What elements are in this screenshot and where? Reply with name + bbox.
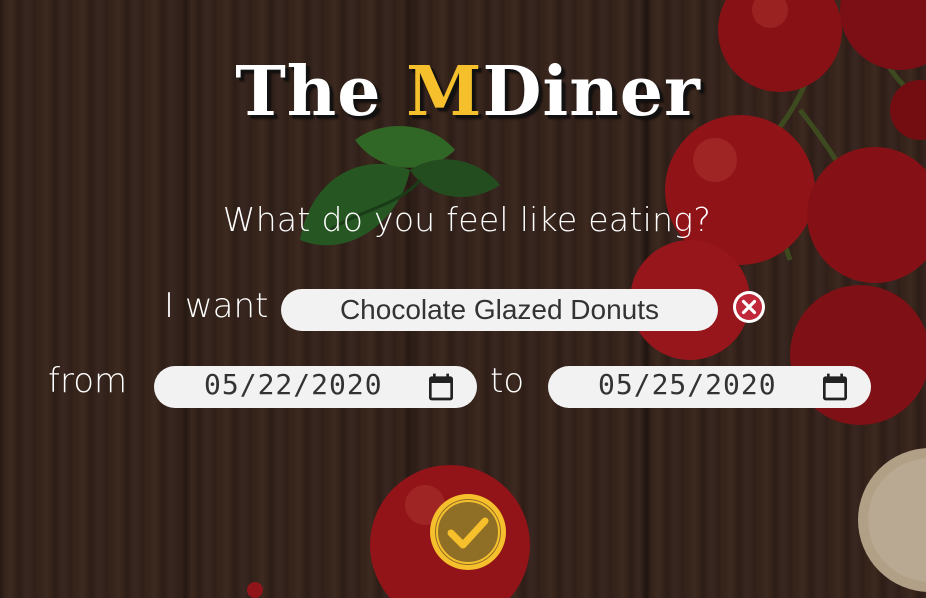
to-date-input[interactable]: 05/25/2020: [548, 366, 871, 408]
checkmark-circle-icon: [430, 494, 506, 570]
calendar-icon[interactable]: [819, 371, 851, 403]
from-date-value: 05/22/2020: [204, 368, 383, 401]
want-label: I want: [164, 286, 269, 326]
clear-search-button[interactable]: [731, 289, 767, 325]
to-label: to: [490, 361, 525, 401]
app-title: The MDiner: [0, 52, 926, 132]
title-prefix: The: [235, 52, 407, 132]
title-highlight: M: [406, 52, 483, 132]
title-suffix: Diner: [482, 52, 701, 132]
from-date-input[interactable]: 05/22/2020: [154, 366, 477, 408]
submit-button[interactable]: [426, 490, 510, 574]
close-circle-icon: [733, 291, 765, 323]
from-label: from: [48, 361, 128, 401]
prompt-question: What do you feel like eating?: [222, 200, 712, 239]
food-search-input[interactable]: [281, 289, 718, 331]
to-date-value: 05/25/2020: [598, 368, 777, 401]
calendar-icon[interactable]: [425, 371, 457, 403]
